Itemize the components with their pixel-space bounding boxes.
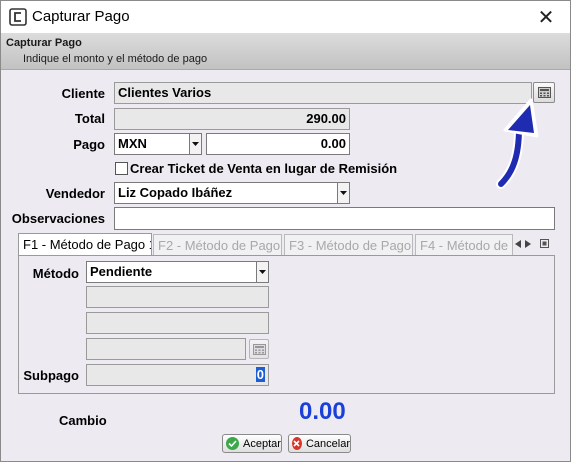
header-title: Capturar Pago (6, 37, 82, 49)
dialog-header: Capturar Pago Indique el monto y el méto… (1, 33, 570, 70)
cliente-label: Cliente (61, 86, 105, 101)
cambio-label: Cambio (59, 413, 107, 428)
arrow-left-icon[interactable] (515, 240, 521, 248)
title-bar: Capturar Pago ✕ (1, 1, 570, 33)
currency-select[interactable]: MXN (114, 133, 190, 155)
vendedor-select[interactable]: Liz Copado Ibáñez (114, 182, 338, 204)
vendedor-label: Vendedor (45, 186, 105, 201)
metodo-label: Método (32, 266, 79, 281)
close-icon: ✕ (537, 6, 555, 29)
cambio-value: 0.00 (299, 398, 346, 425)
tab-metodo-pago-2[interactable]: F2 - Método de Pago 2 (153, 234, 282, 255)
pago-amount-field[interactable]: 0.00 (206, 133, 350, 155)
chevron-down-icon (192, 142, 199, 146)
close-button[interactable]: ✕ (526, 1, 566, 33)
cancel-button[interactable]: Cancelar (288, 434, 351, 453)
tab-metodo-pago-3[interactable]: F3 - Método de Pago 3 (284, 234, 413, 255)
total-label: Total (74, 111, 105, 126)
window-title: Capturar Pago (32, 8, 130, 25)
ticket-checkbox[interactable] (115, 162, 128, 175)
metodo-detail-field-3 (86, 338, 246, 360)
calculator-icon (252, 343, 266, 355)
check-icon (226, 437, 239, 450)
metodo-calculator-button[interactable] (249, 339, 269, 359)
arrow-right-icon[interactable] (525, 240, 531, 248)
accept-label: Aceptar (243, 437, 281, 450)
chevron-down-icon (340, 191, 347, 195)
dialog-window: Capturar Pago ✕ Capturar Pago Indique el… (0, 0, 571, 462)
header-subtitle: Indique el monto y el método de pago (23, 53, 208, 65)
accept-button[interactable]: Aceptar (222, 434, 282, 453)
chevron-down-icon (259, 270, 266, 274)
ticket-checkbox-label[interactable]: Crear Ticket de Venta en lugar de Remisi… (130, 161, 397, 176)
subpago-value: 0 (255, 367, 265, 382)
currency-dropdown-button[interactable] (189, 133, 202, 155)
metodo-dropdown-button[interactable] (256, 261, 269, 283)
cancel-label: Cancelar (305, 437, 350, 450)
observaciones-label: Observaciones (11, 211, 105, 226)
observaciones-field[interactable] (114, 207, 555, 230)
cancel-icon (292, 437, 302, 450)
annotation-arrow (496, 98, 539, 189)
subpago-field[interactable]: 0 (86, 364, 269, 386)
vendedor-dropdown-button[interactable] (337, 182, 350, 204)
app-icon (9, 8, 27, 26)
metodo-select[interactable]: Pendiente (86, 261, 257, 283)
tab-list-icon[interactable] (540, 239, 549, 248)
tab-metodo-pago-4[interactable]: F4 - Método de Pago 4 (415, 234, 513, 255)
cliente-field[interactable]: Clientes Varios (114, 82, 532, 104)
pago-label: Pago (73, 137, 105, 152)
tab-panel-metodo-pago-1: Método Pendiente Subpago 0 (18, 255, 555, 394)
metodo-detail-field-2 (86, 312, 269, 334)
metodo-detail-field-1 (86, 286, 269, 308)
total-field: 290.00 (114, 108, 350, 130)
tab-metodo-pago-1[interactable]: F1 - Método de Pago 1 (18, 233, 152, 256)
subpago-label: Subpago (23, 368, 79, 383)
